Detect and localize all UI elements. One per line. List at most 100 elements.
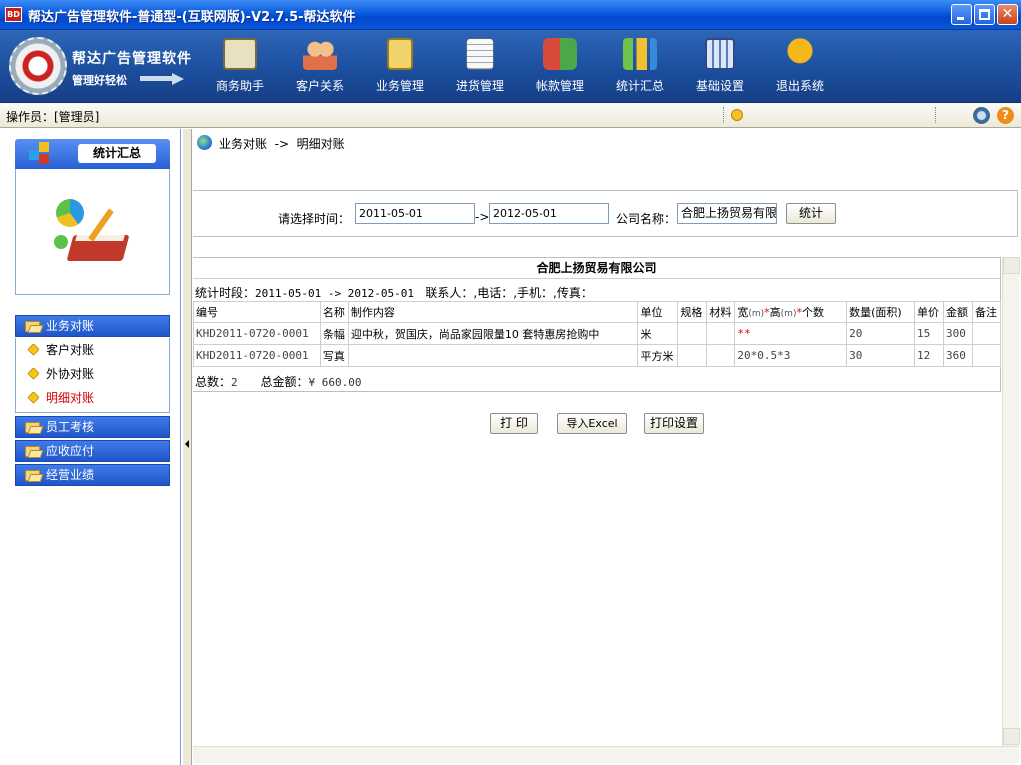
folder-icon [25,470,40,481]
detail-table: 编号 名称 制作内容 单位 规格 材料 宽(m)*高(m)*个数 数量(面积) … [193,301,1002,367]
group-business-performance[interactable]: 经营业绩 [15,464,170,486]
company-label: 公司名称： [616,212,677,226]
minimize-button[interactable] [951,4,972,25]
company-name-input[interactable]: 合肥上扬贸易有限 [677,203,777,224]
cell-unit: 平方米 [637,344,679,367]
toolbar-purchase-management[interactable]: 进货管理 [445,38,515,98]
report-period: 统计时段：2011-05-01 -> 2012-05-01 联系人：,电话：,手… [195,286,593,300]
col-header-material: 材料 [706,301,736,323]
cell-content [347,344,639,367]
toolbar-business-management[interactable]: 业务管理 [365,38,435,98]
toolbar-business-assistant[interactable]: 商务助手 [205,38,275,98]
app-logo-icon: BD [5,7,22,22]
main-content: 业务对账 -> 明细对账 请选择时间： 2011-05-01 -> 2012-0… [193,129,1021,765]
group-staff-evaluation[interactable]: 员工考核 [15,416,170,438]
col-header-quantity: 数量(面积) [846,301,916,323]
col-header-size: 宽(m)*高(m)*个数 [734,301,848,323]
bullet-icon [27,367,40,380]
status-separator [935,107,936,123]
minimize-icon [957,17,964,20]
cell-unit: 米 [637,322,679,345]
date-to-input[interactable]: 2012-05-01 [489,203,609,224]
maximize-button[interactable] [974,4,995,25]
help-user-icon[interactable] [973,107,990,124]
folder-icon [25,321,40,332]
col-header-remark: 备注 [971,301,1002,323]
cell-material [706,322,736,345]
cell-amount: 360 [942,344,973,367]
pencil-notebook-icon [223,38,257,70]
sub-item-detail-reconciliation[interactable]: 明细对账 [26,389,94,407]
cell-content: 迎中秋，贺国庆，尚品家园限量10 套特惠房抢购中 [347,322,639,345]
left-panel: 统计汇总 业务对账 客户对账 外协对账 明细对账 员工考核 应收应付 经营业绩 [0,129,181,765]
close-button[interactable]: ✕ [997,4,1018,25]
toolbar-customer-relations[interactable]: 客户关系 [285,38,355,98]
cell-name: 写真 [319,344,349,367]
calculator-icon [705,38,735,70]
cell-quantity: 30 [846,344,916,367]
breadcrumb: 业务对账 -> 明细对账 [197,135,345,152]
brand-slogan: 管理好轻松 [72,74,127,87]
folder-icon [25,446,40,457]
table-row: KHD2011-0720-0001 写真 平方米 20*0.5*3 30 12 … [193,344,1002,367]
chart-icon [623,38,657,70]
cell-size: ** [734,322,848,345]
toolbar-exit-system[interactable]: 退出系统 [765,38,835,98]
print-button[interactable]: 打 印 [490,413,538,434]
bullet-icon [27,391,40,404]
toolbar-statistics[interactable]: 统计汇总 [605,38,675,98]
cell-size: 20*0.5*3 [734,344,848,367]
exit-icon [783,38,817,70]
detail-report: 合肥上扬贸易有限公司 统计时段：2011-05-01 -> 2012-05-01… [193,257,1002,392]
col-header-name: 名称 [319,301,349,323]
arrow-right-icon [140,73,186,85]
bullet-icon [27,343,40,356]
cell-price: 12 [914,344,944,367]
vertical-scrollbar[interactable] [1002,257,1020,746]
scroll-down-button[interactable] [1003,728,1020,745]
total-amount: ¥ 660.00 [308,376,362,389]
globe-icon [197,135,212,150]
folder-icon [25,422,40,433]
date-from-input[interactable]: 2011-05-01 [355,203,475,224]
cell-quantity: 20 [846,322,916,345]
section-illustration [15,169,170,295]
export-excel-button[interactable]: 导入Excel [557,413,627,434]
collapse-arrow-icon[interactable] [185,440,189,448]
toolbar-basic-settings[interactable]: 基础设置 [685,38,755,98]
operator-label: 操作员：[管理员] [6,110,100,124]
section-title: 统计汇总 [78,144,156,163]
cell-price: 15 [914,322,944,345]
group-receivable-payable[interactable]: 应收应付 [15,440,170,462]
cell-code: KHD2011-0720-0001 [193,344,321,367]
table-header-row: 编号 名称 制作内容 单位 规格 材料 宽(m)*高(m)*个数 数量(面积) … [193,301,1002,323]
panel-splitter[interactable] [182,129,192,765]
cell-material [706,344,736,367]
col-header-spec: 规格 [677,301,708,323]
document-edit-icon [466,38,494,70]
brand-gear-icon [9,37,67,95]
main-toolbar: 帮达广告管理软件 管理好轻松 商务助手 客户关系 业务管理 进货管理 帐款管理 … [0,30,1021,103]
filter-panel: 请选择时间： 2011-05-01 -> 2012-05-01 公司名称： 合肥… [193,190,1018,237]
window-title: 帮达广告管理软件-普通型-(互联网版)-V2.7.5-帮达软件 [28,10,356,25]
question-icon[interactable]: ? [997,107,1014,124]
toolbar-account-management[interactable]: 帐款管理 [525,38,595,98]
cubes-icon [29,142,51,166]
scroll-up-button[interactable] [1003,257,1020,274]
stat-button[interactable]: 统计 [786,203,836,224]
statistics-book-icon [52,199,132,269]
transfer-arrows-icon [543,38,577,70]
group-business-reconciliation[interactable]: 业务对账 [15,315,170,337]
status-separator [723,107,724,123]
cell-code: KHD2011-0720-0001 [193,322,321,345]
sub-item-outsource-reconciliation[interactable]: 外协对账 [26,365,94,383]
table-row: KHD2011-0720-0001 条幅 迎中秋，贺国庆，尚品家园限量10 套特… [193,322,1002,345]
print-setup-button[interactable]: 打印设置 [644,413,704,434]
sub-item-customer-reconciliation[interactable]: 客户对账 [26,341,94,359]
horizontal-scrollbar[interactable] [193,746,1019,763]
clipboard-icon [387,38,413,70]
business-reconciliation-list: 客户对账 外协对账 明细对账 [15,338,170,413]
cell-remark [971,344,1002,367]
brand-title: 帮达广告管理软件 [72,51,192,67]
title-bar: BD 帮达广告管理软件-普通型-(互联网版)-V2.7.5-帮达软件 ✕ [0,0,1021,30]
